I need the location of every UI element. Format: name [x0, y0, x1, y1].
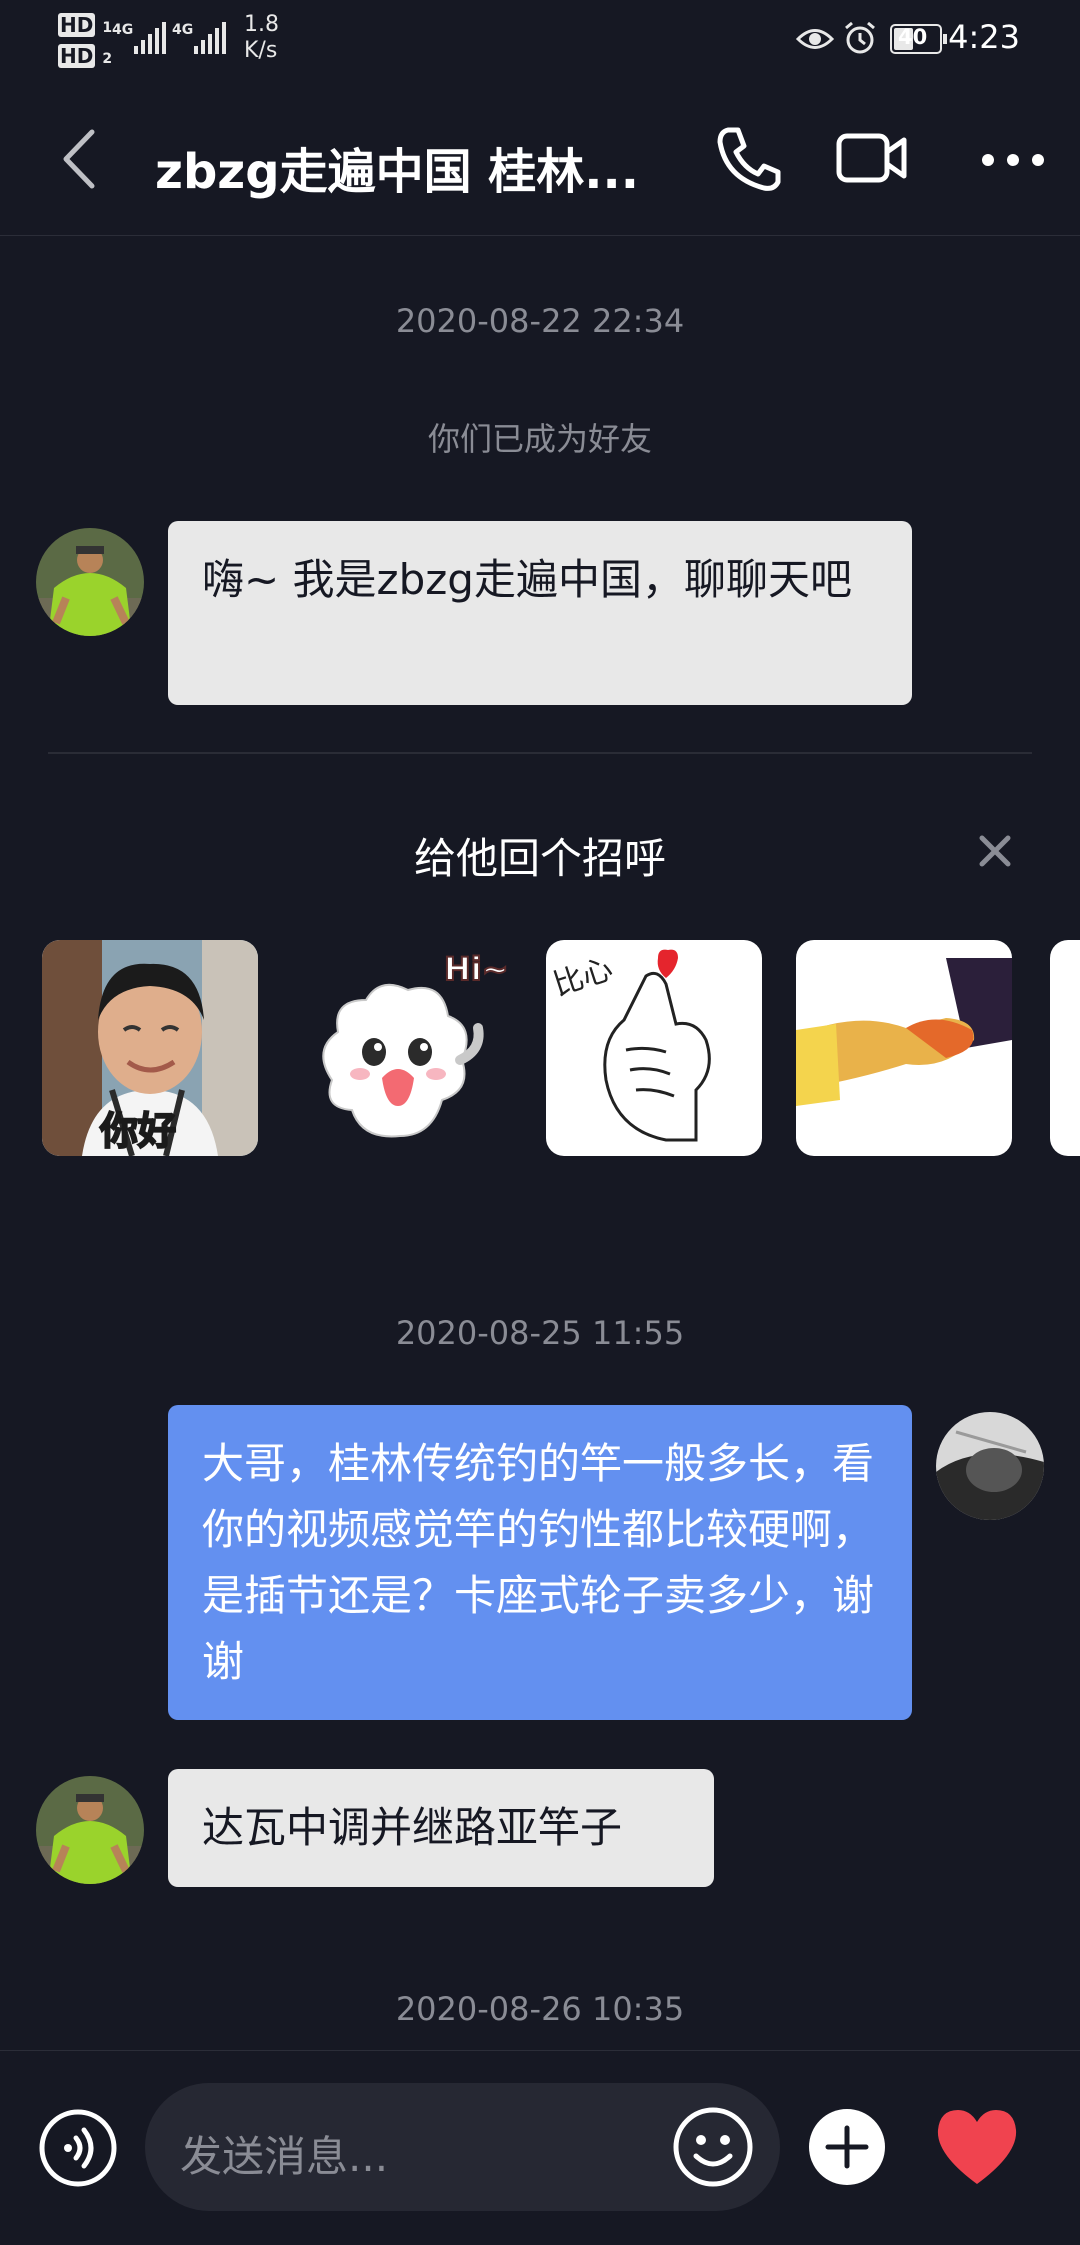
battery-icon: 40: [890, 24, 947, 54]
sticker-handshake[interactable]: [796, 940, 1012, 1156]
network-type-1: 4G: [112, 22, 134, 38]
voice-input-button[interactable]: [38, 2108, 118, 2188]
signal-bars-icon: [134, 22, 166, 54]
divider: [48, 752, 1032, 754]
signal-bars-icon: [194, 22, 226, 54]
plus-button[interactable]: [808, 2108, 886, 2186]
eye-icon: [796, 29, 834, 49]
status-bar: HD 1 HD 2 4G 4G 1.8 K/s 40 4:23: [0, 0, 1080, 80]
sim-indicators: HD 1 HD 2: [58, 12, 112, 72]
network-type-2: 4G: [172, 22, 194, 38]
alarm-icon: [845, 21, 875, 54]
signal-2: 4G: [172, 18, 228, 58]
message-bubble-incoming[interactable]: 达瓦中调并继路亚竿子: [168, 1769, 714, 1887]
sim1-number: 1: [102, 20, 113, 36]
sim2-number: 2: [102, 51, 113, 67]
back-button[interactable]: [58, 128, 104, 190]
sticker-caption: Hi~: [443, 949, 508, 989]
timestamp: 2020-08-26 10:35: [395, 1990, 685, 2028]
more-options-button[interactable]: [980, 150, 1046, 170]
message-bubble-incoming[interactable]: 嗨~ 我是zbzg走遍中国，聊聊天吧: [168, 521, 912, 705]
system-message: 你们已成为好友: [427, 420, 652, 458]
sim1-label: HD: [58, 13, 96, 37]
sticker-finger-heart[interactable]: 比心: [546, 940, 762, 1156]
network-speed: 1.8 K/s: [244, 12, 279, 64]
avatar[interactable]: [36, 528, 144, 636]
chat-title[interactable]: zbzg走遍中国 桂林...: [155, 132, 639, 202]
chat-header: zbzg走遍中国 桂林...: [0, 80, 1080, 236]
speed-unit: K/s: [244, 38, 278, 63]
timestamp: 2020-08-25 11:55: [395, 1314, 685, 1352]
timestamp: 2020-08-22 22:34: [395, 302, 685, 340]
heart-icon[interactable]: [934, 2108, 1020, 2188]
sticker-partial[interactable]: [1050, 940, 1080, 1156]
greeting-prompt: 给他回个招呼: [413, 834, 666, 883]
sticker-caption: 你好: [99, 1108, 177, 1154]
sim2-label: HD: [58, 44, 96, 68]
avatar[interactable]: [936, 1412, 1044, 1520]
emoji-button[interactable]: [672, 2106, 754, 2188]
clock: 4:23: [948, 18, 1020, 56]
signal-1: 4G: [112, 18, 168, 58]
speed-value: 1.8: [244, 12, 279, 37]
message-input-placeholder: 发送消息...: [180, 2132, 389, 2181]
avatar[interactable]: [36, 1776, 144, 1884]
sticker-hi-cloud[interactable]: Hi~: [292, 940, 508, 1156]
message-bubble-outgoing[interactable]: 大哥，桂林传统钓的竿一般多长，看你的视频感觉竿的钓性都比较硬啊，是插节还是？卡座…: [168, 1405, 912, 1720]
video-call-button[interactable]: [836, 130, 908, 186]
phone-call-button[interactable]: [714, 124, 784, 194]
close-icon[interactable]: [978, 834, 1012, 868]
battery-level: 40: [898, 25, 928, 49]
sticker-nihao[interactable]: 你好: [42, 940, 258, 1156]
